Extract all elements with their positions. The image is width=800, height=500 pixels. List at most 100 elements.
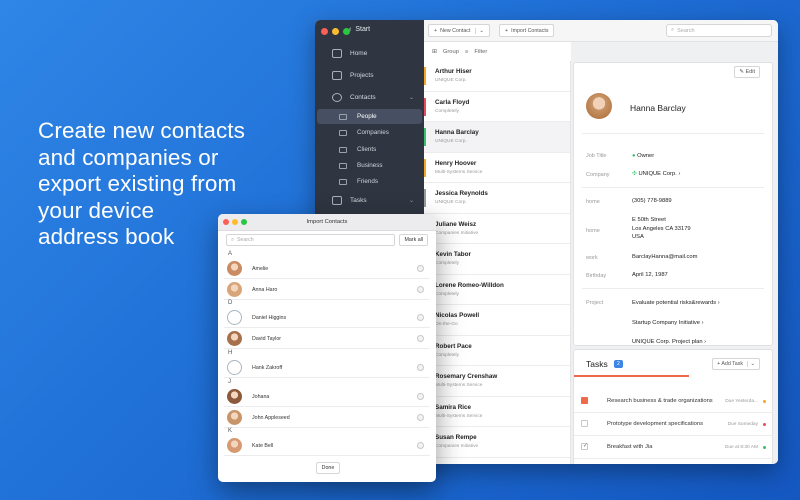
sidebar-item-home[interactable]: Home [315,44,424,62]
task-checkbox[interactable] [581,420,588,427]
search-input[interactable]: ⌕ Search [666,24,772,37]
task-row[interactable]: Prototype development specifications Due … [574,413,774,436]
back-to-start[interactable]: ‹ Start [349,26,370,33]
import-contact-row[interactable]: Johana [224,387,430,407]
chevron-right-icon: › [716,300,720,306]
tasks-icon [332,195,342,205]
task-checkbox[interactable] [581,397,588,404]
sidebar-item-label: Tasks [350,196,367,204]
import-contact-name: Anna Haro [252,287,278,293]
mark-all-button[interactable]: Mark all [399,234,428,246]
task-checkbox[interactable] [581,443,588,450]
select-radio[interactable] [417,414,424,421]
add-task-button[interactable]: + Add Task ⌄ [712,358,760,370]
sidebar-item-tasks[interactable]: Tasks ⌄ [315,191,424,209]
status-dot-icon: ● [632,153,636,159]
company-link[interactable]: ✣ UNIQUE Corp. › [632,170,680,179]
contact-list-item[interactable]: Susan Rempe Companies Initiative [424,427,570,458]
sidebar-item-clients[interactable]: Clients [317,142,422,157]
contact-company: UNIQUE Corp. [435,78,467,83]
project-link[interactable]: Evaluate potential risks&rewards › [632,299,720,308]
contact-company: Completely [435,352,459,358]
contact-list-item[interactable]: Lorene Romeo-Willdon Completely [424,275,570,305]
job-title-text: Owner [637,153,655,159]
select-radio[interactable] [417,442,424,449]
contact-card: ✎ Edit Hanna Barclay Job Title ● Owner C… [573,62,773,346]
select-radio[interactable] [417,286,424,293]
import-contact-row[interactable]: Hank Zakroff [224,358,430,378]
contact-list-item[interactable]: Arthur Hiser UNIQUE Corp. [424,61,570,92]
done-button[interactable]: Done [316,462,340,474]
sidebar-item-companies[interactable]: Companies [317,125,422,140]
contact-list-item[interactable]: Kevin Tabor Completely [424,244,570,275]
label-color-bar [424,97,426,116]
sidebar-item-friends[interactable]: Friends [317,174,422,189]
address-value[interactable]: E 50th Street Los Angeles CA 33179 USA [632,216,691,242]
sidebar-item-label: Home [350,49,368,57]
chevron-down-icon[interactable]: ⌄ [475,27,484,34]
contact-list-item[interactable]: Nicolas Powell On-the-Go [424,305,570,336]
chevron-left-icon: ‹ [349,26,352,33]
task-due-date: Due Someday [727,422,758,427]
tasks-progress-line [574,375,689,377]
sidebar-item-business[interactable]: Business [317,158,422,173]
contact-list-item[interactable]: Jessica Reynolds UNIQUE Corp. [424,183,570,214]
section-letter: J [228,379,231,385]
import-contact-row[interactable]: Kate Bell [224,436,430,456]
project-link[interactable]: Startup Company Initiative › [632,319,704,328]
window-controls [223,219,247,225]
contact-list-item[interactable]: Hanna Barclay UNIQUE Corp. [424,122,570,153]
project-link[interactable]: UNIQUE Corp. Project plan › [632,338,706,347]
edit-button[interactable]: ✎ Edit [734,66,760,78]
select-radio[interactable] [417,314,424,321]
minimize-button[interactable] [232,219,238,225]
import-contact-row[interactable]: Daniel Higgins [224,308,430,328]
minimize-button[interactable] [332,28,339,35]
task-row[interactable]: Breakfast with Jia Due at 8:30 AM [574,436,774,459]
import-contact-row[interactable]: David Taylor [224,329,430,349]
email-label: work [586,255,598,261]
select-radio[interactable] [417,364,424,371]
contact-list-item[interactable]: Rosemary Crenshaw Multi-Systems Service [424,366,570,397]
import-contact-row[interactable]: Anna Haro [224,280,430,300]
new-contact-button[interactable]: + New Contact ⌄ [428,24,490,37]
select-radio[interactable] [417,265,424,272]
contact-name: Kevin Tabor [435,251,471,258]
close-button[interactable] [321,28,328,35]
filter-button[interactable]: Filter [474,49,487,55]
contact-list-item[interactable]: Samira Rice Multi-Systems Service [424,397,570,427]
tasks-title: Tasks [586,359,608,369]
start-label: Start [355,26,371,33]
select-radio[interactable] [417,393,424,400]
phone-value[interactable]: (305) 778-9889 [632,197,672,206]
chevron-down-icon[interactable]: ⌄ [746,361,755,367]
import-search-input[interactable]: ⌕ Search [226,234,395,246]
sidebar-item-contacts[interactable]: Contacts ⌄ [315,88,424,106]
import-contact-row[interactable]: John Appleseed [224,408,430,428]
contact-list-item[interactable]: Juliane Weisz Companies Initiative [424,214,570,244]
sidebar-item-projects[interactable]: Projects [315,66,424,84]
filter-icon: ≡ [464,48,469,55]
chevron-right-icon: › [702,339,707,345]
divider [582,133,764,134]
contact-list-item[interactable]: Henry Hoover Multi-Systems Service [424,153,570,183]
task-row[interactable]: Define research requirements [574,459,774,464]
contact-list-item[interactable]: Carla Floyd Completely [424,92,570,122]
import-contact-row[interactable]: Amelie [224,259,430,279]
close-button[interactable] [223,219,229,225]
group-button[interactable]: Group [443,49,459,55]
contact-company: Multi-Systems Service [435,169,483,175]
contact-company: Completely [435,291,459,297]
select-radio[interactable] [417,335,424,342]
section-letter: K [228,428,233,434]
label-color-bar [424,128,426,146]
contact-name: Hanna Barclay [630,103,686,113]
email-value[interactable]: BarclayHanna@mail.com [632,253,698,262]
import-contact-name: Amelie [252,266,269,272]
contact-list-item[interactable]: Robert Pace Completely [424,336,570,366]
sidebar-item-people[interactable]: People [317,109,422,124]
people-icon [339,113,347,120]
zoom-button[interactable] [241,219,247,225]
task-row[interactable]: Research business & trade organizations D… [574,390,774,413]
import-contacts-button[interactable]: + Import Contacts [499,24,555,37]
